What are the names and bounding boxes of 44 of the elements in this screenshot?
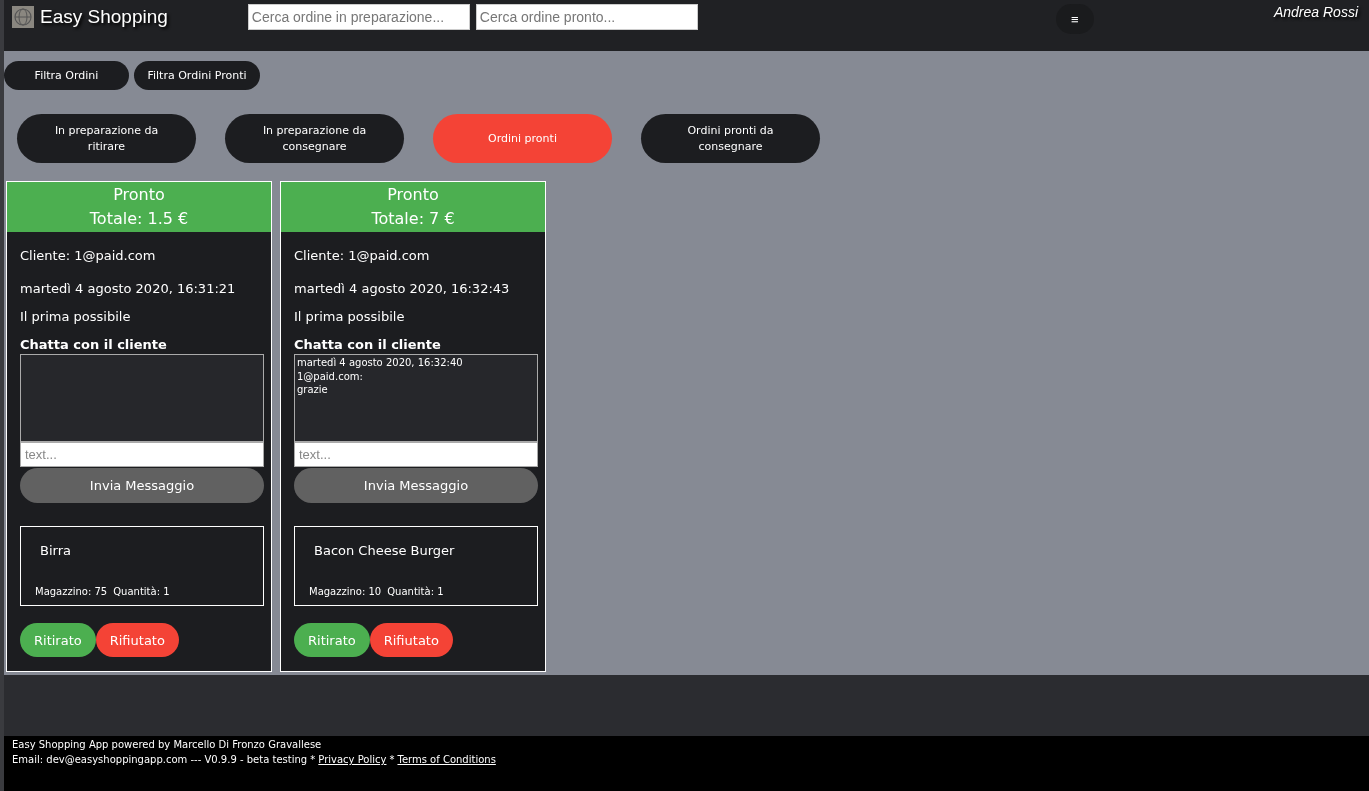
delivery-time: Il prima possibile [294,309,406,324]
menu-button[interactable]: ≡ [1055,4,1094,34]
customer-email: Cliente: 1@paid.com [294,248,431,263]
chat-title: Chatta con il cliente [20,337,168,352]
action-button[interactable]: Rifiutato [95,623,179,657]
chat-line: martedì 4 agosto 2020, 16:32:40 [297,356,464,370]
status-tab[interactable]: In preparazione da ritirare [17,114,196,163]
chat-line: 1@paid.com: [297,369,364,383]
item-stock: Magazzino: 75 [35,586,108,597]
chat-title: Chatta con il cliente [294,337,442,352]
message-field[interactable]: text... [294,442,538,467]
search-field[interactable]: Cerca ordine in preparazione... [247,4,470,30]
action-button[interactable]: Rifiutato [369,623,453,657]
status-tab[interactable]: In preparazione da consegnare [225,114,404,163]
order-status: Pronto [386,184,440,206]
globe-logo-icon [12,6,34,28]
user-name: Andrea Rossi [1273,4,1358,20]
send-button[interactable]: Invia Messaggio [294,468,538,503]
status-tab[interactable]: Ordini pronti da consegnare [641,114,820,163]
item-name: Birra [40,543,72,558]
filter-button[interactable]: Filtra Ordini [4,61,129,90]
item-name: Bacon Cheese Burger [314,543,456,558]
search-field[interactable]: Cerca ordine pronto... [475,4,698,30]
footer-contact: Email: dev@easyshoppingapp.com --- V0.9.9 - beta testing * [12,753,316,767]
filter-button[interactable]: Filtra Ordini Pronti [134,61,260,90]
customer-email: Cliente: 1@paid.com [20,248,157,263]
message-field[interactable]: text... [20,442,264,467]
app-title: Easy Shopping [40,5,168,29]
terms-link[interactable]: Terms of Conditions [397,752,496,767]
order-status: Pronto [112,184,166,206]
delivery-time: Il prima possibile [20,309,132,324]
footer-credit: Easy Shopping App powered by Marcello Di Fronzo Gravallese [12,738,323,752]
order-total: Totale: 1.5 € [88,208,190,230]
order-date: martedì 4 agosto 2020, 16:32:43 [294,281,511,296]
send-button[interactable]: Invia Messaggio [20,468,264,503]
privacy-link[interactable]: Privacy Policy [318,752,387,767]
order-total: Totale: 7 € [370,208,456,230]
order-date: martedì 4 agosto 2020, 16:31:21 [20,281,237,296]
item-stock: Magazzino: 10 [309,586,382,597]
item-quantity: Quantità: 1 [387,586,444,597]
status-tab[interactable]: Ordini pronti [433,114,612,163]
item-quantity: Quantità: 1 [113,586,170,597]
chat-line: grazie [297,383,329,397]
footer-separator: * [389,753,395,767]
